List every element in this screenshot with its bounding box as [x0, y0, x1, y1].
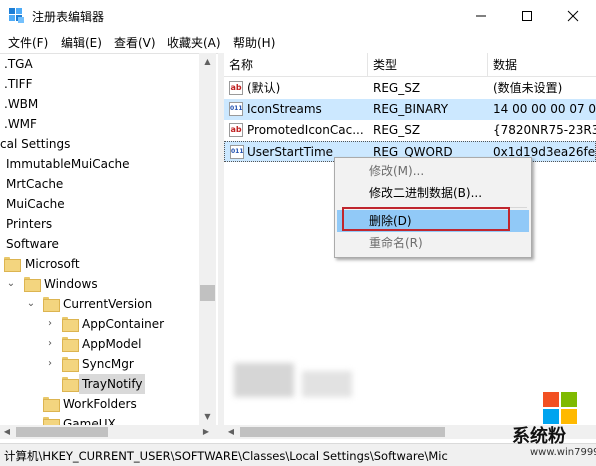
watermark-text: 系统粉 — [512, 426, 566, 447]
close-button[interactable] — [550, 0, 596, 31]
menu-bar: 文件(F) 编辑(E) 查看(V) 收藏夹(A) 帮助(H) — [0, 31, 596, 52]
tree-horizontal-scrollbar[interactable]: ◀ ▶ — [0, 425, 218, 439]
folder-icon — [24, 277, 41, 292]
scroll-thumb[interactable] — [16, 427, 108, 437]
watermark-url: www.win7999.com — [530, 447, 596, 458]
minimize-icon — [476, 15, 486, 17]
menu-edit[interactable]: 编辑(E) — [61, 34, 102, 51]
watermark-logo-icon — [543, 392, 577, 424]
menu-favorites[interactable]: 收藏夹(A) — [167, 34, 221, 51]
tree-item[interactable]: cal Settings — [0, 134, 199, 154]
scroll-right-icon[interactable]: ▶ — [199, 425, 213, 439]
column-header-type[interactable]: 类型 — [368, 53, 488, 77]
chevron-right-icon[interactable]: › — [45, 354, 55, 374]
chevron-right-icon[interactable]: › — [45, 334, 55, 354]
blurred-region — [302, 371, 352, 397]
scroll-left-icon[interactable]: ◀ — [224, 425, 238, 439]
list-row[interactable]: ab (默认) REG_SZ (数值未设置) — [224, 78, 596, 99]
maximize-icon — [522, 11, 532, 21]
tree-item[interactable]: › AppContainer — [0, 314, 199, 334]
blurred-region — [234, 363, 294, 397]
scroll-thumb[interactable] — [240, 427, 445, 437]
binary-value-icon: 011 — [230, 145, 244, 159]
list-header: 名称 类型 数据 — [224, 53, 596, 77]
close-icon — [567, 10, 579, 22]
tree-item[interactable]: › AppModel — [0, 334, 199, 354]
tree-vertical-scrollbar[interactable]: ▲ ▼ — [199, 53, 216, 425]
list-row[interactable]: 011 IconStreams REG_BINARY 14 00 00 00 0… — [224, 99, 596, 120]
tree-item[interactable]: Microsoft — [0, 254, 199, 274]
tree-item[interactable]: Software — [0, 234, 199, 254]
scroll-up-icon[interactable]: ▲ — [199, 53, 216, 70]
string-value-icon: ab — [229, 81, 243, 95]
registry-editor-icon — [9, 8, 24, 23]
tree-item[interactable]: WorkFolders — [0, 394, 199, 414]
menu-view[interactable]: 查看(V) — [114, 34, 156, 51]
tree-item[interactable]: .WMF — [0, 114, 199, 134]
tree-item[interactable]: .WBM — [0, 94, 199, 114]
registry-tree[interactable]: .TGA .TIFF .WBM .WMF cal Settings Immuta… — [0, 53, 218, 425]
list-row[interactable]: ab PromotedIconCac... REG_SZ {7820NR75-2… — [224, 120, 596, 141]
maximize-button[interactable] — [504, 0, 550, 31]
title-bar: 注册表编辑器 — [0, 0, 596, 31]
tree-item[interactable]: .TIFF — [0, 74, 199, 94]
tree-item[interactable]: .TGA — [0, 54, 199, 74]
registry-path: 计算机\HKEY_CURRENT_USER\SOFTWARE\Classes\L… — [4, 449, 448, 463]
menu-item-modify-binary[interactable]: 修改二进制数据(B)... — [337, 182, 529, 204]
scroll-left-icon[interactable]: ◀ — [0, 425, 14, 439]
folder-icon — [62, 357, 79, 372]
folder-icon — [43, 297, 60, 312]
tree-item[interactable]: ImmutableMuiCache — [0, 154, 199, 174]
annotation-highlight-box — [342, 207, 510, 231]
menu-item-modify[interactable]: 修改(M)... — [337, 160, 529, 182]
tree-item[interactable]: ⌄ Windows — [0, 274, 199, 294]
status-bar: 计算机\HKEY_CURRENT_USER\SOFTWARE\Classes\L… — [0, 443, 596, 466]
tree-item[interactable]: MrtCache — [0, 174, 199, 194]
tree-item[interactable]: Printers — [0, 214, 199, 234]
scroll-thumb[interactable] — [200, 285, 215, 301]
folder-icon — [4, 257, 21, 272]
string-value-icon: ab — [229, 123, 243, 137]
folder-icon — [43, 397, 60, 412]
binary-value-icon: 011 — [229, 102, 243, 116]
folder-icon — [62, 337, 79, 352]
chevron-down-icon[interactable]: ⌄ — [26, 294, 36, 314]
tree-item[interactable]: GameUX — [0, 414, 199, 425]
menu-help[interactable]: 帮助(H) — [233, 34, 275, 51]
tree-item[interactable]: MuiCache — [0, 194, 199, 214]
chevron-right-icon[interactable]: › — [45, 314, 55, 334]
folder-icon — [62, 377, 79, 392]
column-header-data[interactable]: 数据 — [488, 53, 596, 77]
folder-icon — [62, 317, 79, 332]
tree-item[interactable]: ⌄ CurrentVersion — [0, 294, 199, 314]
menu-file[interactable]: 文件(F) — [8, 34, 48, 51]
menu-item-rename[interactable]: 重命名(R) — [337, 232, 529, 254]
tree-item-selected[interactable]: TrayNotify — [0, 374, 199, 394]
chevron-down-icon[interactable]: ⌄ — [6, 274, 16, 294]
minimize-button[interactable] — [458, 0, 504, 31]
tree-item[interactable]: › SyncMgr — [0, 354, 199, 374]
folder-icon — [43, 417, 60, 425]
column-header-name[interactable]: 名称 — [224, 53, 368, 77]
scroll-down-icon[interactable]: ▼ — [199, 408, 216, 425]
window-title: 注册表编辑器 — [32, 10, 105, 24]
